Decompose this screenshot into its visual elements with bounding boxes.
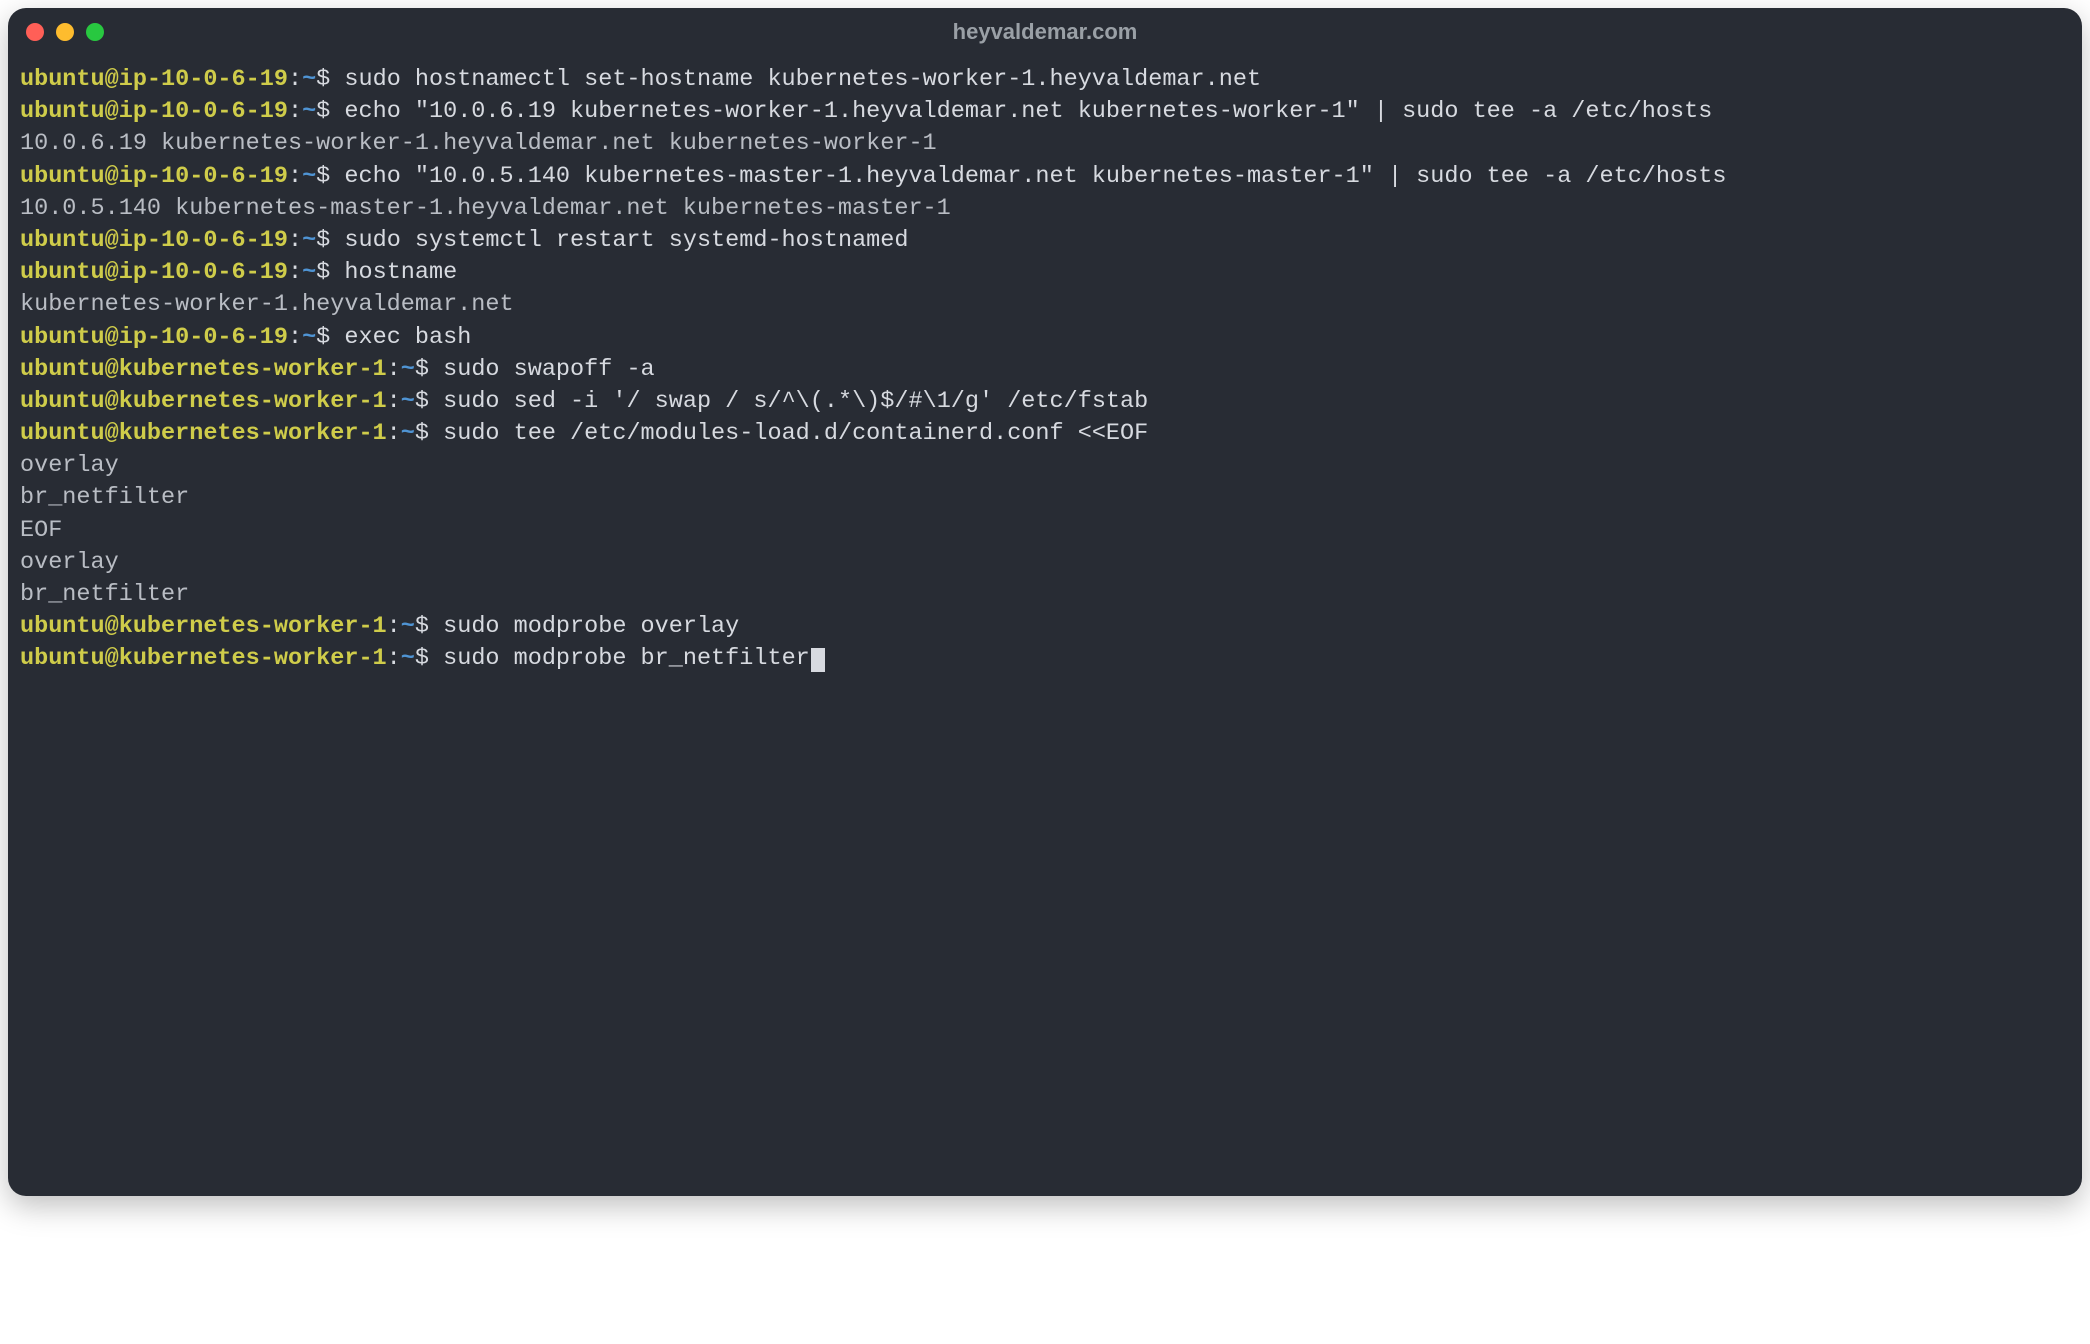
prompt-separator: : [288,324,302,351]
command-text: exec bash [344,324,471,351]
close-icon[interactable] [26,23,44,41]
prompt-path: ~ [302,66,316,93]
output-text: kubernetes-worker-1.heyvaldemar.net [20,291,514,318]
prompt-sigil: $ [316,66,344,93]
prompt-sigil: $ [316,163,344,190]
prompt-separator: : [288,66,302,93]
prompt-sigil: $ [316,98,344,125]
prompt-path: ~ [302,324,316,351]
prompt-host: ubuntu@ip-10-0-6-19 [20,98,288,125]
prompt-host: ubuntu@kubernetes-worker-1 [20,645,387,672]
command-text: echo "10.0.6.19 kubernetes-worker-1.heyv… [344,98,1712,125]
prompt-separator: : [387,645,401,672]
terminal-window: heyvaldemar.com ubuntu@ip-10-0-6-19:~$ s… [8,8,2082,1196]
prompt-path: ~ [302,227,316,254]
traffic-lights [26,23,104,41]
minimize-icon[interactable] [56,23,74,41]
prompt-separator: : [288,227,302,254]
output-text: 10.0.6.19 kubernetes-worker-1.heyvaldema… [20,130,937,157]
prompt-separator: : [387,613,401,640]
prompt-path: ~ [302,259,316,286]
titlebar[interactable]: heyvaldemar.com [8,8,2082,56]
prompt-separator: : [387,356,401,383]
cursor-icon [811,648,826,673]
command-text: sudo hostnamectl set-hostname kubernetes… [344,66,1261,93]
prompt-path: ~ [302,163,316,190]
command-text: sudo modprobe overlay [443,613,739,640]
prompt-path: ~ [401,420,415,447]
output-text: br_netfilter [20,581,189,608]
prompt-host: ubuntu@kubernetes-worker-1 [20,420,387,447]
window-title: heyvaldemar.com [8,19,2082,45]
prompt-sigil: $ [415,356,443,383]
command-text: sudo tee /etc/modules-load.d/containerd.… [443,420,1148,447]
command-text: sudo systemctl restart systemd-hostnamed [344,227,908,254]
prompt-host: ubuntu@ip-10-0-6-19 [20,227,288,254]
prompt-sigil: $ [316,227,344,254]
prompt-separator: : [288,98,302,125]
command-text: sudo swapoff -a [443,356,655,383]
terminal-output[interactable]: ubuntu@ip-10-0-6-19:~$ sudo hostnamectl … [20,64,2070,676]
prompt-host: ubuntu@ip-10-0-6-19 [20,66,288,93]
prompt-host: ubuntu@ip-10-0-6-19 [20,324,288,351]
prompt-host: ubuntu@ip-10-0-6-19 [20,163,288,190]
prompt-sigil: $ [316,259,344,286]
output-text: overlay [20,452,119,479]
output-text: 10.0.5.140 kubernetes-master-1.heyvaldem… [20,195,951,222]
output-text: br_netfilter [20,484,189,511]
prompt-path: ~ [401,388,415,415]
prompt-host: ubuntu@kubernetes-worker-1 [20,388,387,415]
command-text: echo "10.0.5.140 kubernetes-master-1.hey… [344,163,1726,190]
prompt-sigil: $ [415,420,443,447]
terminal-body[interactable]: ubuntu@ip-10-0-6-19:~$ sudo hostnamectl … [8,56,2082,1196]
prompt-path: ~ [302,98,316,125]
prompt-host: ubuntu@kubernetes-worker-1 [20,356,387,383]
prompt-separator: : [288,259,302,286]
prompt-separator: : [387,388,401,415]
zoom-icon[interactable] [86,23,104,41]
command-text: sudo sed -i '/ swap / s/^\(.*\)$/#\1/g' … [443,388,1148,415]
prompt-path: ~ [401,613,415,640]
command-text: hostname [344,259,457,286]
prompt-sigil: $ [415,613,443,640]
prompt-path: ~ [401,356,415,383]
prompt-sigil: $ [415,645,443,672]
output-text: EOF [20,517,62,544]
prompt-sigil: $ [415,388,443,415]
command-text: sudo modprobe br_netfilter [443,645,810,672]
output-text: overlay [20,549,119,576]
prompt-separator: : [288,163,302,190]
prompt-host: ubuntu@kubernetes-worker-1 [20,613,387,640]
prompt-sigil: $ [316,324,344,351]
prompt-path: ~ [401,645,415,672]
prompt-host: ubuntu@ip-10-0-6-19 [20,259,288,286]
prompt-separator: : [387,420,401,447]
